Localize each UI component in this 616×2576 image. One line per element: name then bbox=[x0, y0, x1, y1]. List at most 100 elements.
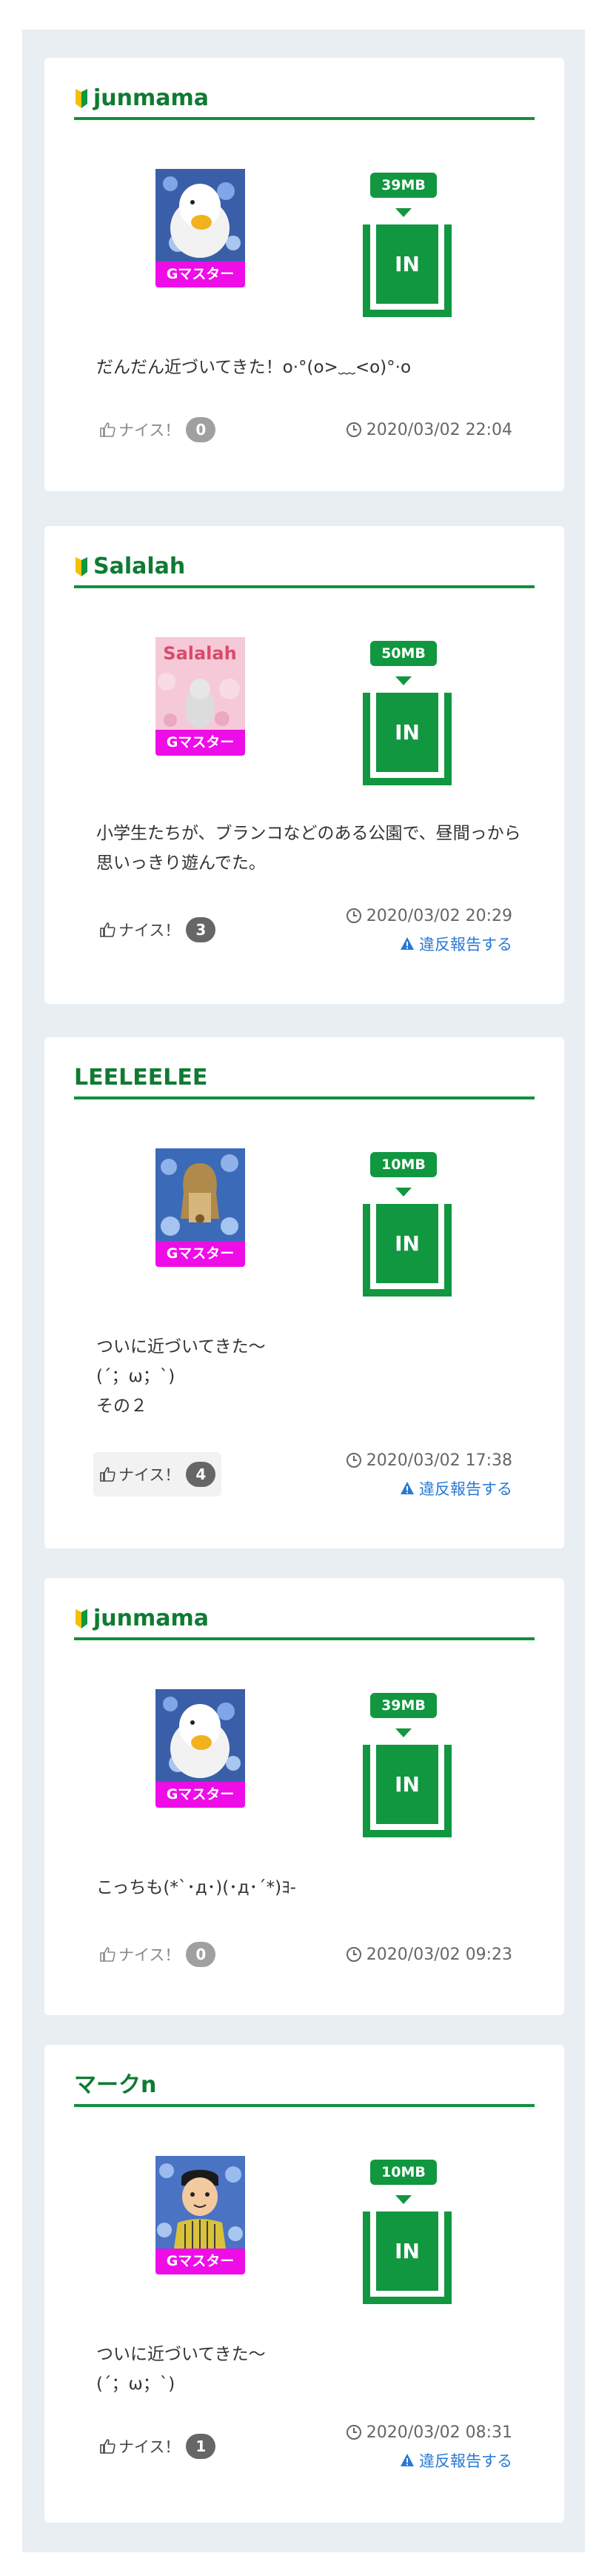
report-text: 違反報告する bbox=[419, 2452, 512, 2470]
post-meta: 2020/03/02 20:29 違反報告する bbox=[346, 904, 512, 956]
clock-icon bbox=[346, 2425, 361, 2440]
avatar-image bbox=[155, 169, 245, 262]
thumbs-up-icon bbox=[100, 2439, 116, 2454]
beginner-mark-icon bbox=[76, 89, 87, 108]
avatar[interactable]: Gマスター bbox=[155, 2156, 245, 2274]
like-button[interactable]: ナイス！ 0 bbox=[93, 407, 221, 452]
like-count: 0 bbox=[186, 1942, 216, 1967]
svg-text:Salalah: Salalah bbox=[163, 643, 236, 664]
post-meta: 2020/03/02 17:38 違反報告する bbox=[346, 1448, 512, 1500]
user-name-link[interactable]: LEELEELEE bbox=[74, 1059, 207, 1096]
like-count: 1 bbox=[186, 2434, 216, 2459]
size-badge: 39MB bbox=[370, 173, 437, 198]
size-arrow bbox=[395, 208, 412, 217]
card-header: junmama bbox=[74, 1600, 535, 1640]
user-name-link[interactable]: マークn bbox=[74, 2067, 156, 2104]
time-text: 2020/03/02 20:29 bbox=[366, 906, 512, 925]
avatar-image bbox=[155, 1148, 245, 1241]
size-arrow bbox=[395, 2195, 412, 2204]
like-label: ナイス！ bbox=[118, 922, 181, 939]
time-text: 2020/03/02 22:04 bbox=[366, 420, 512, 439]
like-button[interactable]: ナイス！ 4 bbox=[93, 1452, 222, 1497]
post-card: junmama Gマスター 39MB IN こっちも(*`･д･)(･д･´*)… bbox=[44, 1578, 564, 2015]
post-card: Salalah Salalah Gマスター 50MB IN 小学生たちが、ブラン… bbox=[44, 526, 564, 1004]
post-time: 2020/03/02 09:23 bbox=[346, 1943, 512, 1966]
in-box: IN bbox=[363, 693, 452, 785]
post-time: 2020/03/02 08:31 bbox=[346, 2420, 512, 2444]
size-badge: 10MB bbox=[370, 2160, 437, 2185]
avatar[interactable]: Gマスター bbox=[155, 169, 245, 287]
post-meta: 2020/03/02 09:23 bbox=[346, 1943, 512, 1966]
post-comment: だんだん近づいてきた！o·°(o>﹏<o)°·o bbox=[96, 358, 412, 377]
report-link[interactable]: 違反報告する bbox=[346, 2449, 512, 2472]
like-label: ナイス！ bbox=[118, 422, 181, 439]
size-badge: 50MB bbox=[370, 641, 437, 666]
like-label: ナイス！ bbox=[118, 1946, 181, 1964]
master-badge: Gマスター bbox=[155, 262, 245, 287]
card-header: LEELEELEE bbox=[74, 1059, 535, 1099]
post-time: 2020/03/02 17:38 bbox=[346, 1448, 512, 1472]
post-time: 2020/03/02 20:29 bbox=[346, 904, 512, 928]
avatar-image bbox=[155, 2156, 245, 2249]
thumbs-up-icon bbox=[100, 422, 116, 437]
clock-icon bbox=[346, 908, 361, 923]
user-name-link[interactable]: junmama bbox=[93, 1600, 209, 1637]
like-count: 3 bbox=[186, 917, 216, 942]
post-card: マークn Gマスター 10MB IN ついに近づいてきた〜 (´；ω；`) ナイ… bbox=[44, 2045, 564, 2523]
avatar[interactable]: Salalah Gマスター bbox=[155, 637, 245, 756]
size-arrow bbox=[395, 1188, 412, 1197]
in-box: IN bbox=[363, 1204, 452, 1297]
in-label: IN bbox=[376, 2211, 438, 2291]
time-text: 2020/03/02 08:31 bbox=[366, 2423, 512, 2442]
warning-icon bbox=[401, 937, 414, 950]
size-badge: 39MB bbox=[370, 1693, 437, 1718]
report-link[interactable]: 違反報告する bbox=[346, 932, 512, 956]
report-text: 違反報告する bbox=[419, 936, 512, 953]
in-box: IN bbox=[363, 224, 452, 317]
post-comment: 小学生たちが、ブランコなどのある公園で、昼間っから思いっきり遊んでた。 bbox=[96, 824, 521, 873]
report-link[interactable]: 違反報告する bbox=[346, 1477, 512, 1500]
like-button[interactable]: ナイス！ 1 bbox=[93, 2424, 221, 2469]
like-label: ナイス！ bbox=[118, 2438, 181, 2456]
master-badge: Gマスター bbox=[155, 1241, 245, 1267]
warning-icon bbox=[401, 1482, 414, 1494]
thumbs-up-icon bbox=[100, 1467, 116, 1482]
post-time: 2020/03/02 22:04 bbox=[346, 418, 512, 442]
like-count: 0 bbox=[186, 417, 216, 442]
warning-icon bbox=[401, 2454, 414, 2466]
card-header: マークn bbox=[74, 2067, 535, 2107]
in-box: IN bbox=[363, 2211, 452, 2304]
clock-icon bbox=[346, 422, 361, 437]
post-meta: 2020/03/02 22:04 bbox=[346, 418, 512, 442]
post-meta: 2020/03/02 08:31 違反報告する bbox=[346, 2420, 512, 2472]
card-header: Salalah bbox=[74, 548, 535, 588]
avatar[interactable]: Gマスター bbox=[155, 1148, 245, 1267]
master-badge: Gマスター bbox=[155, 730, 245, 756]
user-name-link[interactable]: Salalah bbox=[93, 548, 185, 585]
like-count: 4 bbox=[186, 1462, 216, 1487]
size-indicator: 10MB IN bbox=[363, 1152, 452, 1300]
post-comment: ついに近づいてきた〜 (´；ω；`) その２ bbox=[96, 1337, 266, 1416]
in-box: IN bbox=[363, 1745, 452, 1837]
avatar-image bbox=[155, 1689, 245, 1782]
in-label: IN bbox=[376, 224, 438, 304]
post-comment: ついに近づいてきた〜 (´；ω；`) bbox=[96, 2345, 266, 2394]
master-badge: Gマスター bbox=[155, 1782, 245, 1808]
time-text: 2020/03/02 17:38 bbox=[366, 1451, 512, 1470]
size-badge: 10MB bbox=[370, 1152, 437, 1177]
size-indicator: 50MB IN bbox=[363, 641, 452, 789]
size-indicator: 10MB IN bbox=[363, 2160, 452, 2308]
like-button[interactable]: ナイス！ 3 bbox=[93, 908, 221, 952]
like-button[interactable]: ナイス！ 0 bbox=[93, 1932, 221, 1977]
card-header: junmama bbox=[74, 80, 535, 120]
post-comment: こっちも(*`･д･)(･д･´*)ﾖ- bbox=[96, 1878, 296, 1897]
post-card: LEELEELEE Gマスター 10MB IN ついに近づいてきた〜 (´；ω；… bbox=[44, 1037, 564, 1548]
master-badge: Gマスター bbox=[155, 2249, 245, 2274]
thumbs-up-icon bbox=[100, 922, 116, 937]
in-label: IN bbox=[376, 693, 438, 772]
in-label: IN bbox=[376, 1745, 438, 1824]
avatar[interactable]: Gマスター bbox=[155, 1689, 245, 1808]
size-indicator: 39MB IN bbox=[363, 173, 452, 321]
user-name-link[interactable]: junmama bbox=[93, 80, 209, 117]
time-text: 2020/03/02 09:23 bbox=[366, 1945, 512, 1964]
